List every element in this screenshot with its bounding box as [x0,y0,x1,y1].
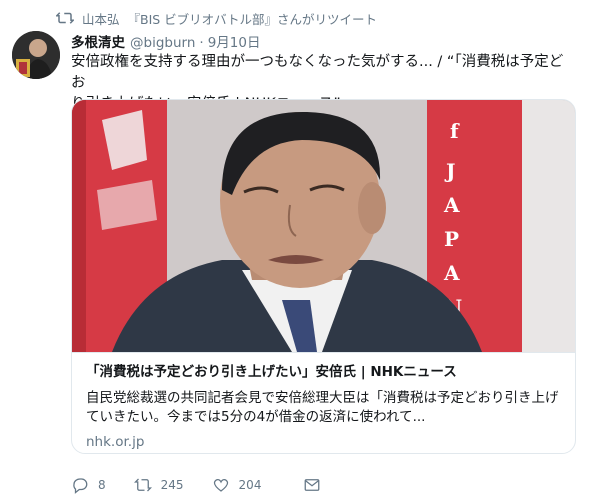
reply-count: 8 [98,478,106,492]
tweet-header: 多根清史 @bigburn · 9月10日 [71,31,261,51]
card-domain: nhk.or.jp [86,434,145,450]
svg-text:A: A [443,193,460,217]
tweet-actions: 8 245 204 [71,474,358,496]
retweet-attribution[interactable]: 山本弘 『BIS ビブリオバトル部』さんがリツイート [56,9,377,27]
news-photo: f J A P A N [72,100,575,352]
display-name[interactable]: 多根清史 [71,31,125,51]
reply-icon [73,478,88,494]
retweet-count: 245 [160,478,184,492]
user-handle[interactable]: @bigburn [130,35,195,51]
tweet-text-line: 安倍政権を支持する理由が一つもなくなった気がする... / “「消費税は予定どお [71,54,564,91]
card-description: 自民党総裁選の共同記者会見で安倍総理大臣は「消費税は予定どおり引き上げていきたい… [86,390,559,425]
like-button[interactable]: 204 [212,476,262,494]
heart-icon [213,479,228,492]
svg-text:f: f [450,119,460,143]
envelope-icon [305,479,320,491]
avatar[interactable] [12,31,60,79]
svg-text:P: P [444,227,459,251]
svg-text:A: A [443,261,460,285]
retweet-button[interactable]: 245 [133,476,184,494]
card-body[interactable]: 「消費税は予定どおり引き上げたい」安倍氏 | NHKニュース 自民党総裁選の共同… [72,352,575,453]
retweeter-name[interactable]: 山本弘 [82,9,120,28]
retweet-icon [56,12,74,24]
card-title[interactable]: 「消費税は予定どおり引き上げたい」安倍氏 | NHKニュース [86,363,561,381]
retweet-icon [133,478,152,492]
separator: · [199,35,204,51]
direct-message-button[interactable] [303,476,330,494]
like-count: 204 [238,478,262,492]
reply-button[interactable]: 8 [71,476,106,494]
link-card[interactable]: f J A P A N 「消費税は予定どおり引き上げ [71,99,576,454]
svg-text:J: J [444,159,455,183]
retweet-label: 『BIS ビブリオバトル部』さんがリツイート [127,11,378,27]
card-image[interactable]: f J A P A N [72,100,575,352]
avatar-image [12,31,60,79]
tweet-date[interactable]: 9月10日 [208,31,261,51]
